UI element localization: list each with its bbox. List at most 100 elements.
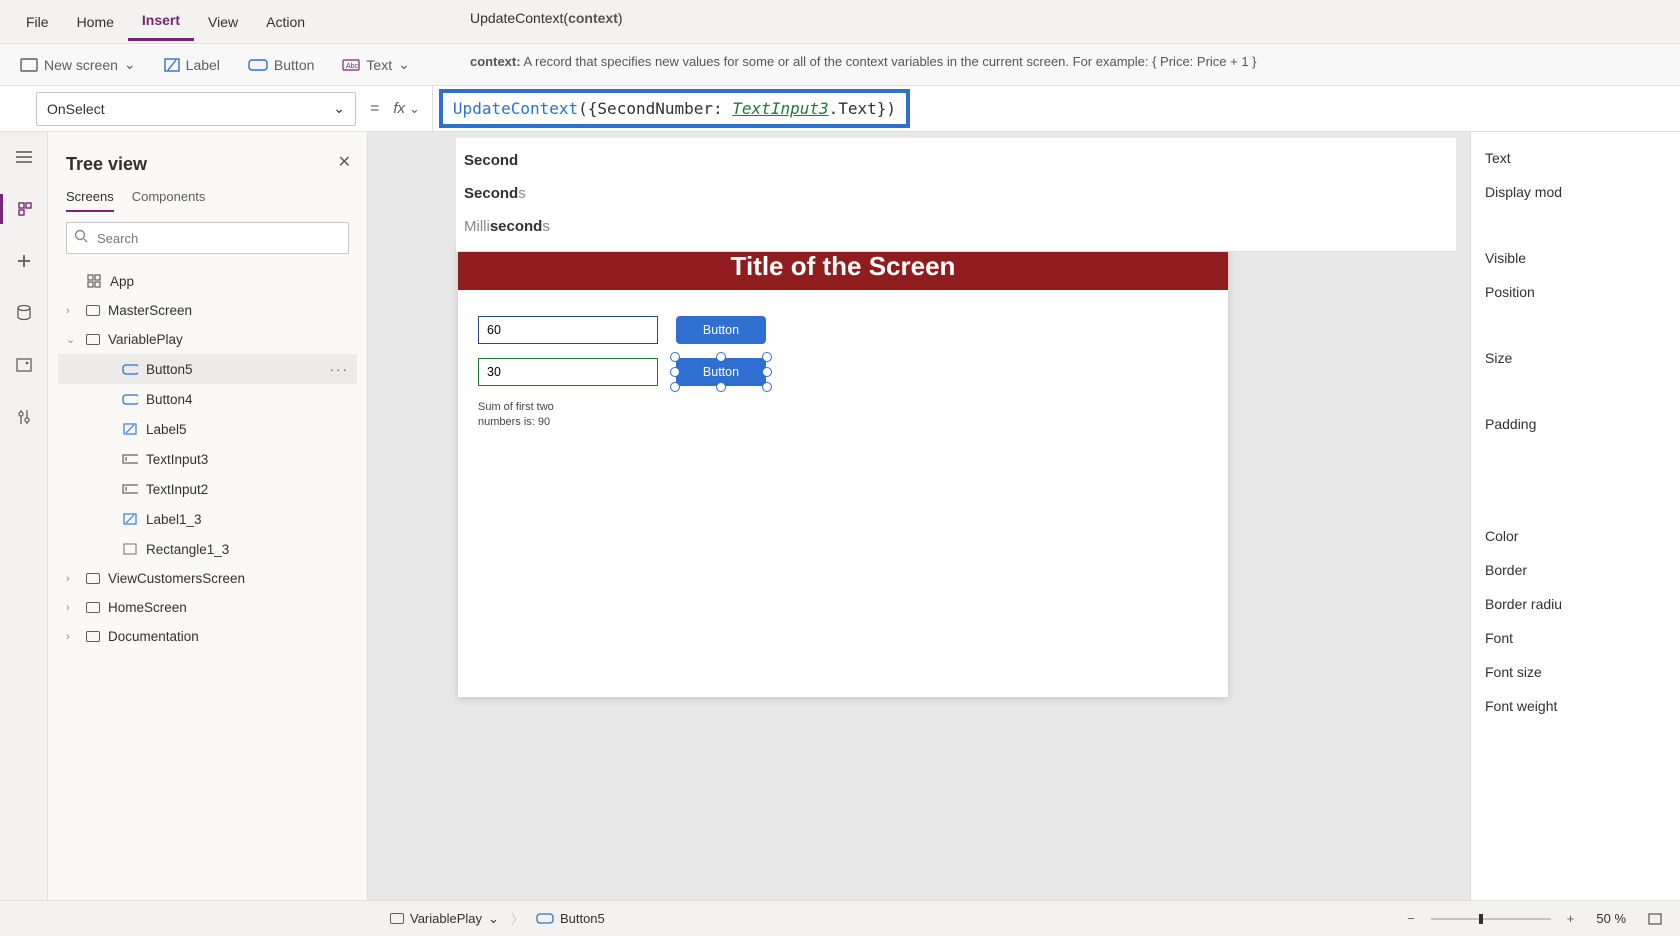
tree-view-button[interactable]	[0, 194, 48, 224]
chevron-right-icon[interactable]: ›	[66, 602, 78, 614]
insert-text-button[interactable]: Abc Text ⌄	[342, 56, 409, 73]
menu-file[interactable]: File	[12, 4, 63, 40]
prop-position[interactable]: Position	[1485, 284, 1680, 300]
equals-sign: =	[370, 100, 379, 118]
resize-handle[interactable]	[762, 382, 772, 392]
close-icon[interactable]: ✕	[338, 152, 351, 172]
label5[interactable]: Sum of first two numbers is: 90	[478, 400, 568, 431]
menu-insert[interactable]: Insert	[128, 2, 194, 41]
tree-item-viewcust[interactable]: ›ViewCustomersScreen	[58, 564, 357, 593]
resize-handle[interactable]	[762, 367, 772, 377]
tree-item-homescr[interactable]: ›HomeScreen	[58, 593, 357, 622]
menu-action[interactable]: Action	[252, 4, 319, 40]
resize-handle[interactable]	[762, 352, 772, 362]
tree-item-label: TextInput3	[146, 452, 208, 467]
breadcrumb-element[interactable]: Button5	[526, 911, 615, 926]
zoom-value: 50 %	[1596, 911, 1626, 926]
tree-item-label13[interactable]: ·Label1_3	[58, 504, 357, 534]
signature-param: context	[568, 10, 618, 26]
tree-view-panel: Tree view ✕ Screens Components ·App›Mast…	[48, 132, 368, 900]
zoom-out-button[interactable]: −	[1401, 911, 1421, 926]
advanced-rail-button[interactable]	[0, 402, 48, 432]
menu-home[interactable]: Home	[63, 4, 128, 40]
search-input[interactable]	[66, 222, 349, 254]
chevron-down-icon[interactable]: ⌄	[66, 333, 78, 346]
prop-color[interactable]: Color	[1485, 528, 1680, 544]
autocomplete-item[interactable]: Milliseconds	[460, 210, 1452, 243]
media-rail-button[interactable]	[0, 350, 48, 380]
hamburger-icon[interactable]	[0, 142, 48, 172]
tree-item-button4[interactable]: ·Button4	[58, 384, 357, 414]
prop-display-mode[interactable]: Display mod	[1485, 184, 1680, 200]
button5[interactable]: Button	[676, 358, 766, 386]
insert-label-text: Label	[186, 57, 220, 73]
textinput-icon	[122, 451, 138, 467]
tree-item-app[interactable]: ·App	[58, 266, 357, 296]
properties-panel: Text Display mod Visible Position Size P…	[1470, 132, 1680, 900]
prop-border[interactable]: Border	[1485, 562, 1680, 578]
new-screen-label: New screen	[44, 57, 118, 73]
menu-view[interactable]: View	[194, 4, 252, 40]
insert-button-button[interactable]: Button	[248, 57, 314, 73]
prop-font-size[interactable]: Font size	[1485, 664, 1680, 680]
resize-handle[interactable]	[716, 352, 726, 362]
resize-handle[interactable]	[670, 367, 680, 377]
tree-item-rect13[interactable]: ·Rectangle1_3	[58, 534, 357, 564]
tab-screens[interactable]: Screens	[66, 189, 114, 212]
tree-item-button5[interactable]: ·Button5···	[58, 354, 357, 384]
chevron-right-icon[interactable]: ›	[66, 573, 78, 585]
prop-padding[interactable]: Padding	[1485, 416, 1680, 432]
tree-item-label5[interactable]: ·Label5	[58, 414, 357, 444]
autocomplete-rest: s	[542, 218, 550, 235]
autocomplete-item[interactable]: Seconds	[460, 177, 1452, 210]
textinput2[interactable]	[478, 316, 658, 344]
textinput3[interactable]	[478, 358, 658, 386]
prop-border-radius[interactable]: Border radiu	[1485, 596, 1680, 612]
autocomplete-popup: Second Seconds Milliseconds	[456, 138, 1456, 252]
property-select[interactable]: OnSelect ⌄	[36, 92, 356, 126]
label-icon	[164, 58, 180, 72]
data-rail-button[interactable]	[0, 298, 48, 328]
new-screen-button[interactable]: New screen ⌄	[20, 56, 136, 73]
rectangle-icon	[122, 541, 138, 557]
screen-icon	[20, 58, 38, 72]
prop-font-weight[interactable]: Font weight	[1485, 698, 1680, 714]
formula-input[interactable]: UpdateContext({SecondNumber: TextInput3.…	[432, 86, 1680, 132]
tree-item-ti2[interactable]: ·TextInput2	[58, 474, 357, 504]
tree-list: ·App›MasterScreen⌄VariablePlay·Button5··…	[58, 266, 357, 651]
tree-item-varplay[interactable]: ⌄VariablePlay	[58, 325, 357, 354]
breadcrumb-screen[interactable]: VariablePlay ⌄	[380, 911, 509, 927]
zoom-in-button[interactable]: +	[1561, 911, 1581, 926]
resize-handle[interactable]	[670, 352, 680, 362]
formula-token-post: .Text})	[829, 99, 896, 118]
formula-text[interactable]: UpdateContext({SecondNumber: TextInput3.…	[439, 89, 910, 128]
textinput-icon	[122, 481, 138, 497]
tab-components[interactable]: Components	[132, 189, 206, 212]
prop-size[interactable]: Size	[1485, 350, 1680, 366]
chevron-right-icon[interactable]: ›	[66, 305, 78, 317]
tree-item-master[interactable]: ›MasterScreen	[58, 296, 357, 325]
fit-screen-button[interactable]	[1642, 913, 1668, 925]
chevron-down-icon: ⌄	[398, 56, 410, 73]
insert-label-button[interactable]: Label	[164, 57, 220, 73]
resize-handle[interactable]	[670, 382, 680, 392]
insert-text-label: Text	[366, 57, 392, 73]
fx-label: fx	[393, 100, 405, 117]
zoom-thumb[interactable]	[1479, 914, 1483, 924]
tree-item-label: Button4	[146, 392, 193, 407]
resize-handle[interactable]	[716, 382, 726, 392]
tree-item-doc[interactable]: ›Documentation	[58, 622, 357, 651]
prop-font[interactable]: Font	[1485, 630, 1680, 646]
chevron-down-icon[interactable]: ⌄	[409, 101, 420, 117]
zoom-slider[interactable]	[1431, 918, 1551, 920]
prop-text[interactable]: Text	[1485, 150, 1680, 166]
chevron-right-icon[interactable]: ›	[66, 631, 78, 643]
prop-visible[interactable]: Visible	[1485, 250, 1680, 266]
autocomplete-item[interactable]: Second	[460, 144, 1452, 177]
insert-rail-button[interactable]	[0, 246, 48, 276]
button4[interactable]: Button	[676, 316, 766, 344]
tree-item-ti3[interactable]: ·TextInput3	[58, 444, 357, 474]
app-screen[interactable]: Title of the Screen Button Button	[458, 242, 1228, 697]
more-icon[interactable]: ···	[330, 362, 350, 377]
chevron-down-icon: ⌄	[488, 911, 499, 927]
